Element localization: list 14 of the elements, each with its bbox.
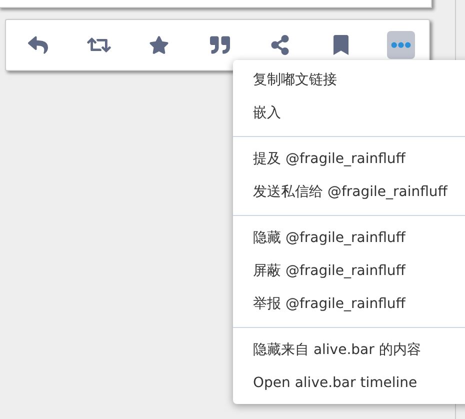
menu-item[interactable]: 提及 @fragile_rainfluff: [233, 143, 465, 176]
menu-item[interactable]: 屏蔽 @fragile_rainfluff: [233, 255, 465, 288]
bookmark-icon: [330, 35, 350, 55]
star-icon: [149, 35, 169, 55]
reply-icon: [28, 35, 48, 55]
menu-item[interactable]: 发送私信给 @fragile_rainfluff: [233, 176, 465, 209]
quote-icon: [210, 35, 230, 55]
menu-item[interactable]: Open alive.bar timeline: [233, 367, 465, 400]
menu-item[interactable]: 复制嘟文链接: [233, 64, 465, 97]
share-icon: [270, 35, 290, 55]
menu-item[interactable]: 嵌入: [233, 97, 465, 130]
menu-item[interactable]: 举报 @fragile_rainfluff: [233, 288, 465, 321]
menu-item[interactable]: 隐藏来自 alive.bar 的内容: [233, 334, 465, 367]
menu-item[interactable]: 隐藏 @fragile_rainfluff: [233, 222, 465, 255]
